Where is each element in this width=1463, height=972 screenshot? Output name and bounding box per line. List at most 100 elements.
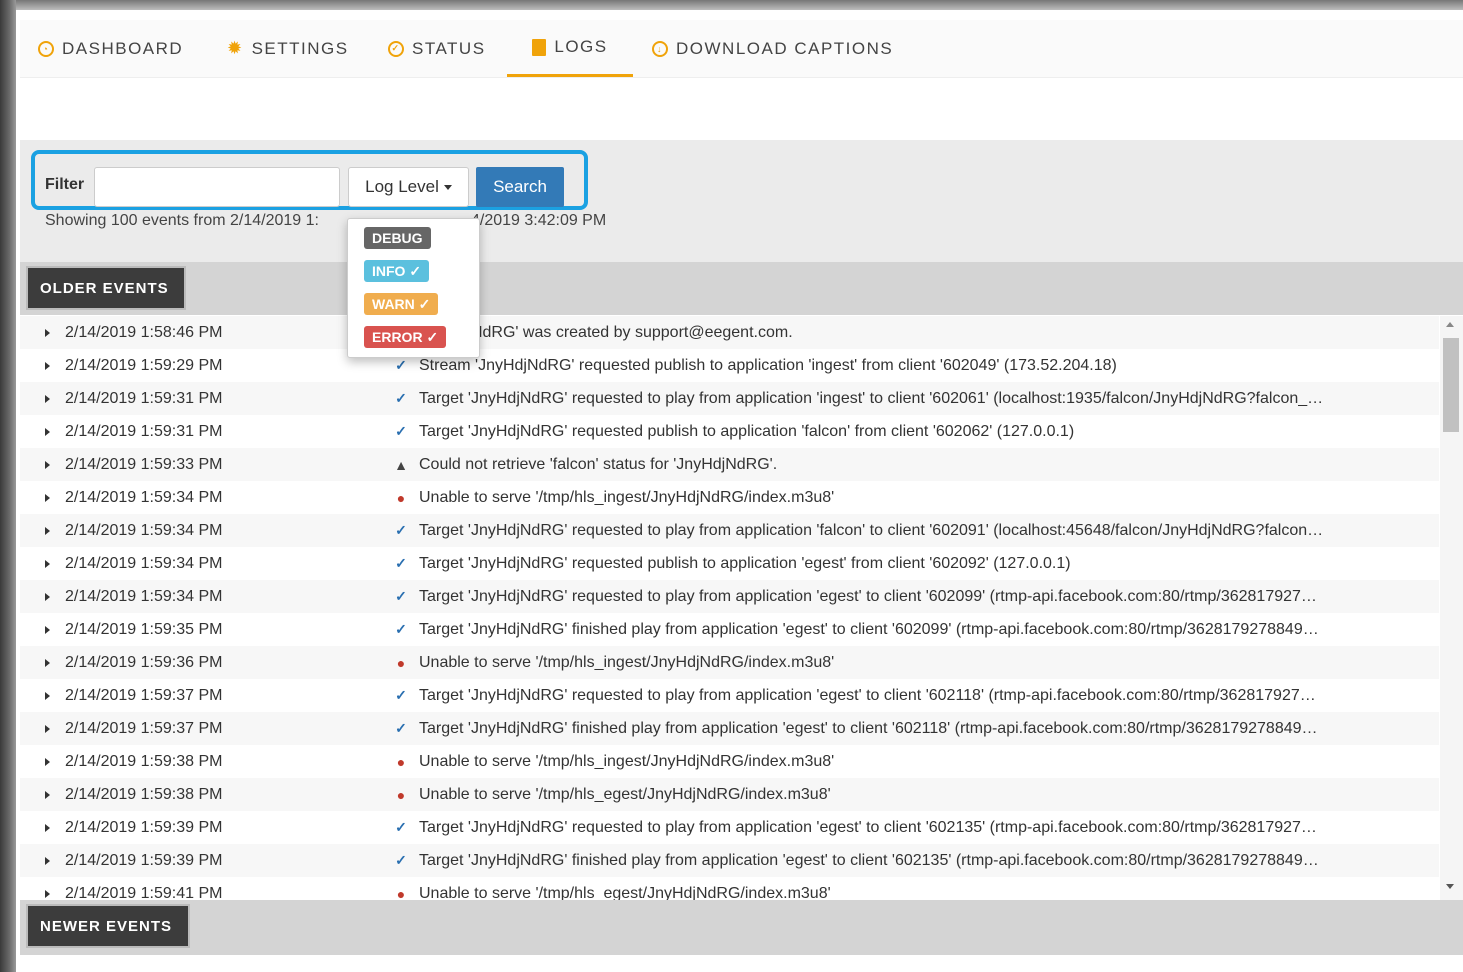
showing-text: Showing 100 events from 2/14/2019 1: 4/20…	[45, 212, 606, 230]
download-icon: ↓	[652, 40, 668, 57]
tab-label: SETTINGS	[251, 38, 349, 58]
expand-arrow-icon[interactable]	[45, 823, 50, 832]
tab-label: LOGS	[554, 37, 608, 56]
scroll-down-icon[interactable]	[1446, 884, 1454, 889]
expand-arrow-icon[interactable]	[45, 592, 50, 601]
expand-arrow-icon[interactable]	[45, 526, 50, 535]
tab-logs[interactable]: LOGS	[507, 20, 633, 77]
filter-label: Filter	[45, 176, 85, 193]
log-row[interactable]: 2/14/2019 1:59:37 PM ✓ Target 'JnyHdjNdRG'…	[20, 712, 1439, 745]
log-timestamp: 2/14/2019 1:59:31 PM	[65, 422, 223, 440]
check-circle-icon: ✓	[388, 40, 404, 57]
log-row[interactable]: 2/14/2019 1:59:34 PM ✓ Target 'JnyHdjNdRG'…	[20, 580, 1439, 613]
check-icon: ✓	[395, 621, 407, 637]
check-icon: ✓	[395, 555, 407, 571]
check-icon: ✓	[395, 390, 407, 406]
log-row[interactable]: 2/14/2019 1:59:41 PM ● Unable to serve '/t…	[20, 877, 1439, 900]
expand-arrow-icon[interactable]	[45, 856, 50, 865]
log-message: Unable to serve '/tmp/hls_egest/JnyHdjNd…	[419, 785, 831, 803]
expand-arrow-icon[interactable]	[45, 427, 50, 436]
log-row[interactable]: 2/14/2019 1:59:38 PM ● Unable to serve '/t…	[20, 778, 1439, 811]
log-level-debug-label: DEBUG	[372, 230, 423, 246]
log-timestamp: 2/14/2019 1:59:34 PM	[65, 488, 223, 506]
event-list: 2/14/2019 1:58:46 PM✓'JnyHdjNdRG' was cr…	[20, 316, 1439, 900]
log-message: Target 'JnyHdjNdRG' requested to play fr…	[419, 389, 1324, 407]
log-message: Unable to serve '/tmp/hls_ingest/JnyHdjN…	[419, 752, 835, 770]
scroll-up-icon[interactable]	[1446, 322, 1454, 327]
log-row[interactable]: 2/14/2019 1:59:37 PM ✓ Target 'JnyHdjNdRG'…	[20, 679, 1439, 712]
error-icon: ●	[396, 489, 406, 506]
log-message: Target 'JnyHdjNdRG' requested to play fr…	[419, 818, 1317, 836]
log-level-info[interactable]: INFO ✓	[364, 260, 430, 282]
tab-label: DOWNLOAD CAPTIONS	[676, 38, 894, 58]
log-message: Unable to serve '/tmp/hls_ingest/JnyHdjN…	[419, 488, 835, 506]
log-row[interactable]: 2/14/2019 1:59:33 PM ▲ Could not retrieve …	[20, 448, 1439, 481]
expand-arrow-icon[interactable]	[45, 691, 50, 700]
expand-arrow-icon[interactable]	[45, 724, 50, 733]
log-row[interactable]: 2/14/2019 1:59:39 PM ✓ Target 'JnyHdjNdRG'…	[20, 811, 1439, 844]
log-row[interactable]: 2/14/2019 1:59:36 PM ● Unable to serve '/t…	[20, 646, 1439, 679]
tab-settings[interactable]: ✹ SETTINGS	[227, 20, 349, 77]
expand-arrow-icon[interactable]	[45, 658, 50, 667]
log-timestamp: 2/14/2019 1:59:38 PM	[65, 752, 223, 770]
search-button[interactable]: Search	[476, 167, 564, 207]
gear-icon: ✹	[227, 38, 244, 58]
log-timestamp: 2/14/2019 1:59:35 PM	[65, 620, 223, 638]
log-row[interactable]: 2/14/2019 1:59:34 PM ✓ Target 'JnyHdjNdRG'…	[20, 514, 1439, 547]
log-row[interactable]: 2/14/2019 1:59:31 PM ✓ Target 'JnyHdjNdRG'…	[20, 415, 1439, 448]
error-icon: ●	[396, 786, 406, 803]
log-message: Target 'JnyHdjNdRG' requested publish to…	[419, 554, 1071, 572]
log-row[interactable]: 2/14/2019 1:59:35 PM ✓ Target 'JnyHdjNdRG'…	[20, 613, 1439, 646]
newer-events-button[interactable]: NEWER EVENTS	[26, 904, 190, 948]
warning-icon: ▲	[394, 456, 408, 473]
expand-arrow-icon[interactable]	[45, 328, 50, 337]
check-icon: ✓	[395, 588, 407, 604]
log-timestamp: 2/14/2019 1:59:37 PM	[65, 719, 223, 737]
log-message: Target 'JnyHdjNdRG' finished play from a…	[419, 851, 1319, 869]
log-level-error[interactable]: ERROR ✓	[364, 326, 447, 348]
log-level-warn-label: WARN	[372, 296, 415, 312]
log-message: Unable to serve '/tmp/hls_egest/JnyHdjNd…	[419, 884, 831, 901]
check-icon: ✓	[395, 357, 407, 373]
expand-arrow-icon[interactable]	[45, 757, 50, 766]
log-level-error-label: ERROR	[372, 329, 423, 345]
older-events-bar	[20, 262, 1463, 315]
top-nav: ◔ DASHBOARD ✹ SETTINGS ✓ STATUS LOGS ↓ D…	[20, 20, 1463, 78]
scrollbar-thumb[interactable]	[1443, 338, 1459, 432]
older-events-button[interactable]: OLDER EVENTS	[26, 266, 186, 310]
check-icon: ✓	[395, 423, 407, 439]
tab-status[interactable]: ✓ STATUS	[388, 20, 486, 77]
app-window: ◔ DASHBOARD ✹ SETTINGS ✓ STATUS LOGS ↓ D…	[0, 0, 1463, 972]
log-row[interactable]: 2/14/2019 1:59:38 PM ● Unable to serve '/t…	[20, 745, 1439, 778]
check-icon: ✓	[395, 687, 407, 703]
expand-arrow-icon[interactable]	[45, 361, 50, 370]
log-timestamp: 2/14/2019 1:59:34 PM	[65, 554, 223, 572]
expand-arrow-icon[interactable]	[45, 559, 50, 568]
log-row[interactable]: 2/14/2019 1:59:34 PM ● Unable to serve '/t…	[20, 481, 1439, 514]
caret-down-icon	[443, 184, 452, 190]
log-row[interactable]: 2/14/2019 1:59:34 PM ✓ Target 'JnyHdjNdRG'…	[20, 547, 1439, 580]
expand-arrow-icon[interactable]	[45, 394, 50, 403]
log-row[interactable]: 2/14/2019 1:59:39 PM ✓ Target 'JnyHdjNdRG'…	[20, 844, 1439, 877]
log-level-warn[interactable]: WARN ✓	[364, 293, 439, 315]
log-timestamp: 2/14/2019 1:59:34 PM	[65, 521, 223, 539]
log-row[interactable]: 2/14/2019 1:59:29 PM ✓ Stream 'JnyHdjNdRG'…	[20, 349, 1439, 382]
log-timestamp: 2/14/2019 1:59:39 PM	[65, 818, 223, 836]
expand-arrow-icon[interactable]	[45, 460, 50, 469]
expand-arrow-icon[interactable]	[45, 790, 50, 799]
log-message: Target 'JnyHdjNdRG' finished play from a…	[419, 620, 1319, 638]
expand-arrow-icon[interactable]	[45, 625, 50, 634]
expand-arrow-icon[interactable]	[45, 889, 50, 898]
log-row[interactable]: 2/14/2019 1:59:31 PM ✓ Target 'JnyHdjNdRG'…	[20, 382, 1439, 415]
tab-dashboard[interactable]: ◔ DASHBOARD	[38, 20, 183, 77]
log-timestamp: 2/14/2019 1:59:37 PM	[65, 686, 223, 704]
expand-arrow-icon[interactable]	[45, 493, 50, 502]
check-icon: ✓	[395, 720, 407, 736]
log-row[interactable]: 2/14/2019 1:58:46 PM ✓'JnyHdjNdRG' was cr…	[20, 316, 1439, 349]
log-level-dropdown[interactable]: Log Level	[348, 167, 469, 207]
log-level-debug[interactable]: DEBUG	[364, 227, 431, 249]
tab-label: DASHBOARD	[62, 38, 184, 58]
tab-download-captions[interactable]: ↓ DOWNLOAD CAPTIONS	[652, 20, 893, 77]
filter-input[interactable]	[94, 167, 340, 207]
log-timestamp: 2/14/2019 1:59:38 PM	[65, 785, 223, 803]
